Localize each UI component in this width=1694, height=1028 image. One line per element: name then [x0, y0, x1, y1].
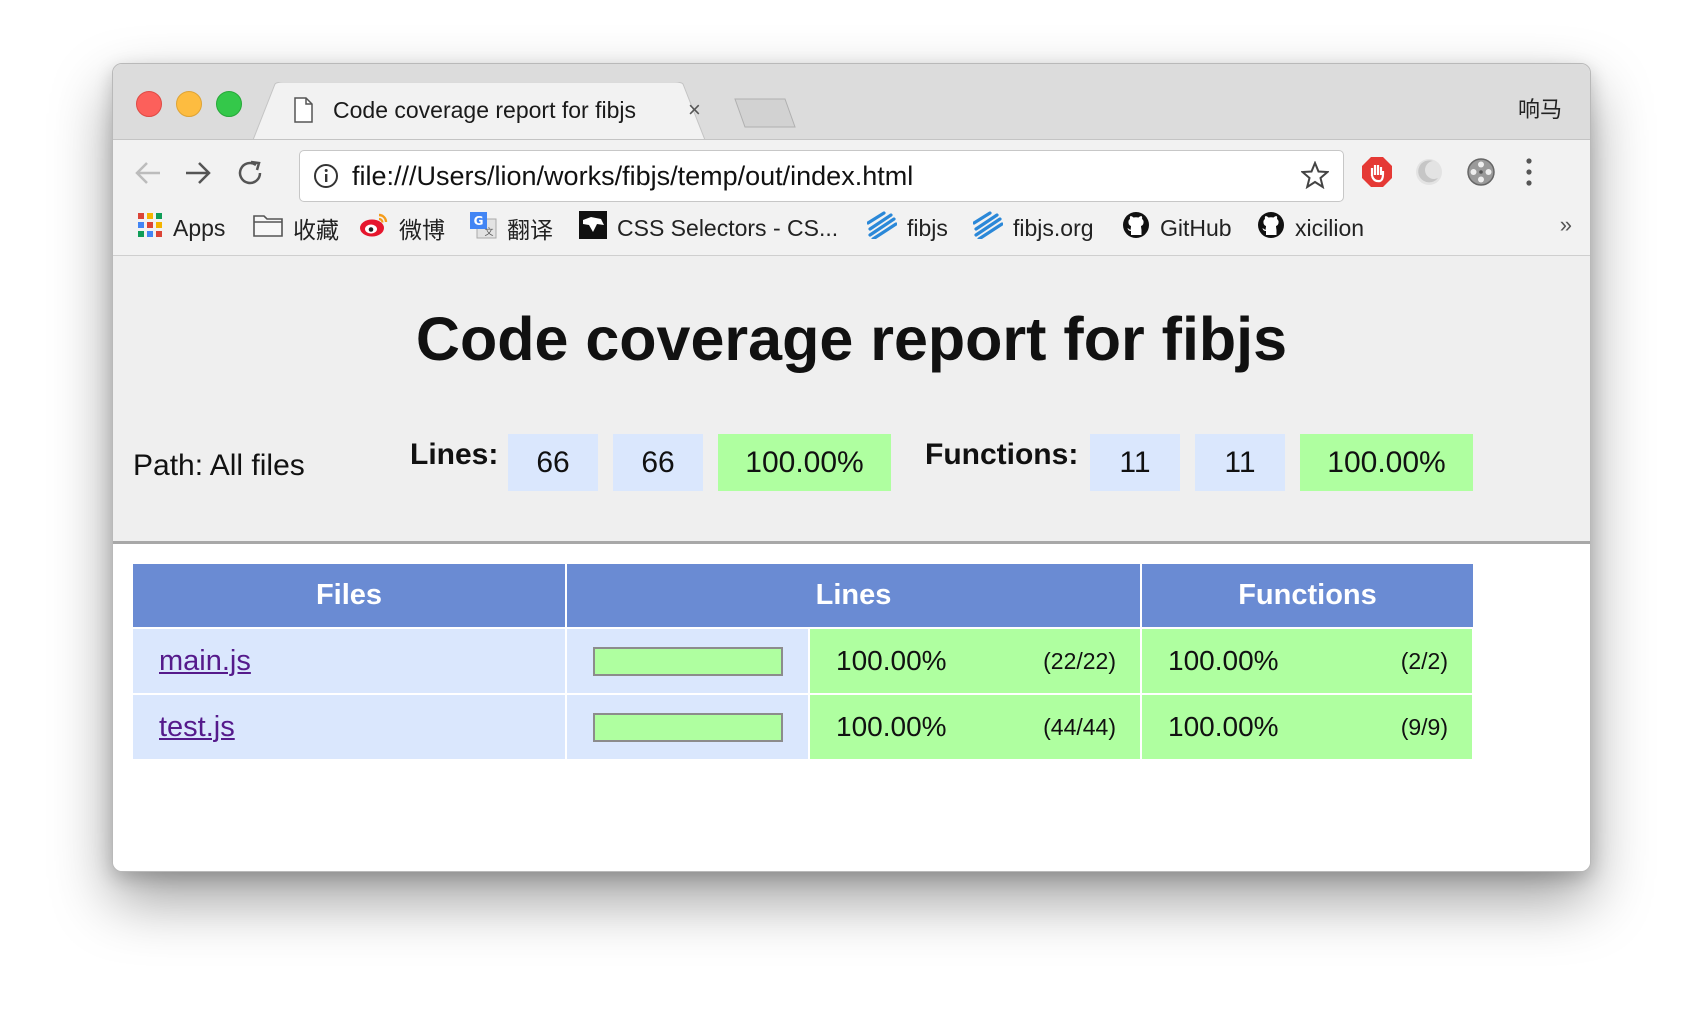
svg-text:G: G: [474, 214, 484, 228]
coverage-bar: [593, 646, 783, 676]
address-bar[interactable]: file:///Users/lion/works/fibjs/temp/out/…: [299, 150, 1344, 202]
bookmarks-bar: Apps 收藏 微博 G文 翻译 CSS Selectors - CS... f…: [113, 204, 1590, 256]
lines-count: (44/44): [1043, 713, 1116, 740]
table-header-row: Files Lines Functions: [133, 564, 1473, 628]
adblock-stop-icon[interactable]: [1361, 156, 1393, 193]
css-selectors-icon: [579, 211, 617, 245]
coverage-summary: Code coverage report for fibjs Path: All…: [113, 256, 1590, 544]
apps-grid-icon: [137, 212, 173, 244]
forward-arrow-icon[interactable]: [183, 158, 213, 193]
bookmark-weibo[interactable]: 微博: [359, 212, 445, 244]
functions-total-value: 11: [1195, 434, 1285, 491]
tab-title: Code coverage report for fibjs: [333, 97, 636, 123]
functions-count: (2/2): [1400, 647, 1448, 674]
files-table: Files Lines Functions main.js 100.00% (2…: [133, 564, 1474, 759]
info-icon[interactable]: [313, 163, 339, 194]
path-label: Path: All files: [133, 449, 305, 482]
bookmark-github[interactable]: GitHub: [1122, 212, 1232, 244]
lines-hit-value: 66: [508, 434, 598, 491]
bookmark-folder[interactable]: 收藏: [253, 212, 339, 244]
lines-total-value: 66: [613, 434, 703, 491]
bookmark-xicilion[interactable]: xicilion: [1257, 212, 1364, 244]
functions-column-header: Functions: [1141, 564, 1473, 628]
bookmark-label: xicilion: [1295, 214, 1365, 241]
browser-toolbar: file:///Users/lion/works/fibjs/temp/out/…: [113, 139, 1590, 205]
file-cell: test.js: [133, 693, 567, 759]
coverage-bar: [593, 712, 783, 742]
minimize-window-button[interactable]: [176, 91, 202, 117]
folder-icon: [253, 213, 293, 243]
lines-bar-cell: [566, 693, 810, 759]
weibo-icon: [359, 212, 399, 244]
lines-percent-value: 100.00%: [718, 434, 891, 491]
lines-percent-cell: 100.00% (44/44): [809, 693, 1142, 759]
translate-icon: G文: [469, 211, 507, 245]
bookmark-label: Apps: [173, 214, 226, 241]
functions-percent: 100.00%: [1168, 711, 1279, 742]
functions-percent: 100.00%: [1168, 645, 1279, 676]
bookmark-apps[interactable]: Apps: [137, 212, 225, 244]
page-content: Code coverage report for fibjs Path: All…: [113, 256, 1590, 871]
files-column-header: Files: [133, 564, 567, 628]
lines-column-header: Lines: [566, 564, 1142, 628]
zoom-window-button[interactable]: [216, 91, 242, 117]
svg-text:文: 文: [484, 226, 493, 238]
table-row: main.js 100.00% (22/22) 100.00% (2/2): [133, 627, 1474, 694]
coverage-bar-fill: [595, 714, 781, 740]
github-icon: [1122, 211, 1160, 245]
bookmark-label: 翻译: [507, 217, 553, 243]
fibjs-icon: [972, 211, 1013, 245]
more-menu-icon[interactable]: [1523, 156, 1535, 193]
film-reel-extension-icon[interactable]: [1465, 156, 1497, 193]
lines-count: (22/22): [1043, 647, 1116, 674]
functions-hit-value: 11: [1090, 434, 1180, 491]
bookmark-label: 微博: [399, 217, 445, 243]
page-title: Code coverage report for fibjs: [415, 305, 1288, 373]
url-text[interactable]: file:///Users/lion/works/fibjs/temp/out/…: [352, 161, 913, 192]
file-link-main-js[interactable]: main.js: [159, 645, 251, 677]
functions-label: Functions:: [925, 438, 1079, 471]
bookmark-fibjs[interactable]: fibjs: [866, 211, 948, 245]
functions-percent-value: 100.00%: [1300, 434, 1473, 491]
bookmark-star-icon[interactable]: [1299, 160, 1331, 194]
close-window-button[interactable]: [136, 91, 162, 117]
bookmark-label: CSS Selectors - CS...: [617, 214, 839, 241]
lines-label: Lines:: [410, 438, 499, 471]
new-tab-button[interactable]: [733, 97, 797, 129]
bookmark-translate[interactable]: G文 翻译: [469, 212, 553, 244]
functions-percent-cell: 100.00% (2/2): [1141, 627, 1474, 694]
bookmarks-overflow-icon[interactable]: »: [1560, 212, 1572, 238]
back-arrow-icon[interactable]: [133, 158, 163, 193]
bookmark-label: fibjs: [907, 214, 948, 241]
lines-percent: 100.00%: [836, 645, 947, 676]
coverage-bar-fill: [595, 648, 781, 674]
lines-bar-cell: [566, 627, 810, 694]
bookmark-label: 收藏: [293, 217, 339, 243]
bookmark-label: fibjs.org: [1013, 214, 1094, 241]
fibjs-icon: [866, 211, 907, 245]
bookmark-css-selectors[interactable]: CSS Selectors - CS...: [579, 211, 839, 245]
table-row: test.js 100.00% (44/44) 100.00% (9/9): [133, 693, 1474, 759]
lines-percent: 100.00%: [836, 711, 947, 742]
tab-strip: Code coverage report for fibjs × 响马: [113, 64, 1590, 140]
github-icon: [1257, 211, 1295, 245]
profile-name[interactable]: 响马: [1518, 92, 1562, 124]
reload-icon[interactable]: [235, 158, 265, 193]
lines-percent-cell: 100.00% (22/22): [809, 627, 1142, 694]
moon-extension-icon[interactable]: [1413, 156, 1445, 193]
tab-close-icon[interactable]: ×: [688, 97, 701, 123]
bookmark-fibjs-org[interactable]: fibjs.org: [972, 211, 1094, 245]
bookmark-label: GitHub: [1160, 214, 1232, 241]
browser-window: Code coverage report for fibjs × 响马 file…: [112, 63, 1591, 872]
functions-percent-cell: 100.00% (9/9): [1141, 693, 1474, 759]
functions-count: (9/9): [1400, 713, 1448, 740]
document-icon: [293, 97, 313, 128]
file-cell: main.js: [133, 627, 567, 694]
file-link-test-js[interactable]: test.js: [159, 711, 235, 743]
